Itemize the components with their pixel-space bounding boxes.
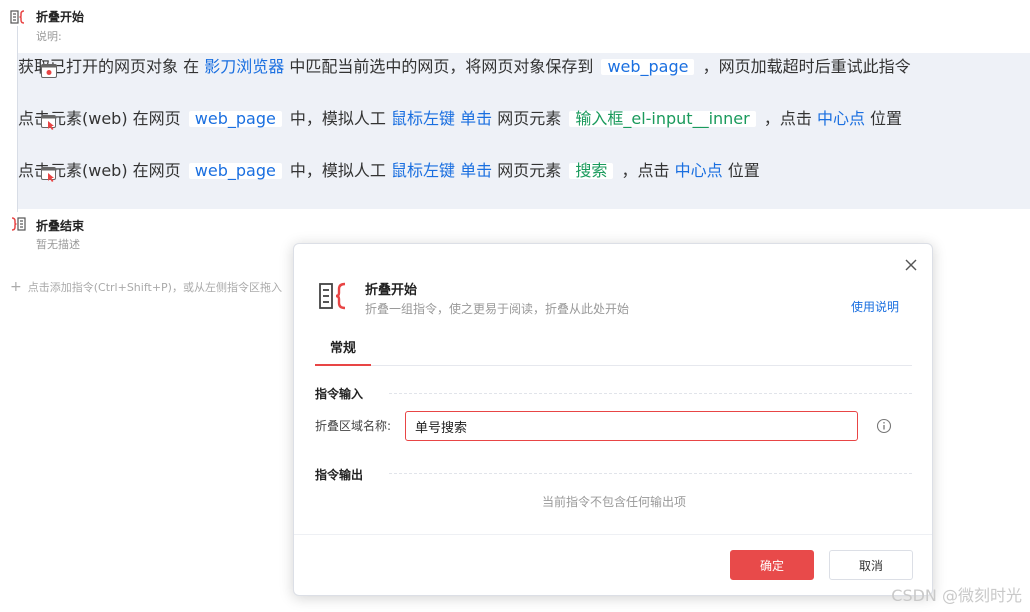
desc-text: ，网页加载超时后重试此指令 [702,57,911,76]
fold-start-row[interactable]: 折叠开始 说明: [0,0,1030,52]
desc-text: 位置 [727,161,760,180]
step-desc: 在 影刀浏览器 中匹配当前选中的网页，将网页对象保存到 web_page ，网页… [183,57,910,76]
flow-step[interactable]: 点击元素(web) 在网页 web_page 中，模拟人工 鼠标左键 单击 网页… [18,157,1030,209]
desc-text: 位置 [870,109,903,128]
dialog-title: 折叠开始 [365,283,418,298]
desc-text: 在网页 [132,109,181,128]
input-section-title: 指令输入 [315,387,364,401]
desc-text: ，点击 [763,109,812,128]
add-hint-text: 点击添加指令(Ctrl+Shift+P)，或从左侧指令区拖入 [27,281,282,294]
variable-chip[interactable]: web_page [601,59,695,75]
cancel-button[interactable]: 取消 [829,550,913,580]
desc-text: 在网页 [132,161,181,180]
variable-chip[interactable]: web_page [188,111,282,127]
empty-output-message: 当前指令不包含任何输出项 [541,495,686,509]
close-icon[interactable] [902,256,920,274]
web-page-icon [41,63,57,82]
step-title: 点击元素(web) [18,109,128,128]
click-type-link[interactable]: 单击 [460,161,492,180]
step-title: 点击元素(web) [18,161,128,180]
output-section-title: 指令输出 [315,468,364,482]
fold-start-dialog: 折叠开始 折叠一组指令，使之更易于阅读，折叠从此处开始 使用说明 常规 指令输入… [293,243,933,596]
fold-end-desc: 暂无描述 [36,238,80,251]
desc-text: 网页元素 [497,161,562,180]
flow-editor: 折叠开始 说明: 获取已打开的网页对象 在 影刀浏览器 中匹配当前选中的网页，将… [0,0,1030,612]
flow-step[interactable]: 点击元素(web) 在网页 web_page 中，模拟人工 鼠标左键 单击 网页… [18,105,1030,157]
fold-start-icon [318,282,348,314]
browser-link[interactable]: 影刀浏览器 [204,57,284,76]
fold-end-icon [10,216,26,236]
click-point-link[interactable]: 中心点 [817,109,865,128]
click-element-icon [41,115,57,134]
element-chip[interactable]: 搜索 [569,163,614,179]
desc-text: 中匹配当前选中的网页，将网页对象保存到 [289,57,594,76]
step-desc: 在网页 web_page 中，模拟人工 鼠标左键 单击 网页元素 搜索 ，点击 … [133,161,760,180]
click-element-icon [41,167,57,186]
dialog-tabs: 常规 [315,336,912,366]
info-icon[interactable] [876,418,892,434]
footer-divider [294,534,932,535]
mouse-key-link[interactable]: 鼠标左键 [391,161,455,180]
fold-end-title: 折叠结束 [36,219,85,233]
desc-text: 网页元素 [497,109,562,128]
usage-help-link[interactable]: 使用说明 [851,298,899,315]
folded-block: 获取已打开的网页对象 在 影刀浏览器 中匹配当前选中的网页，将网页对象保存到 w… [18,53,1030,209]
element-chip[interactable]: 输入框_el-input__inner [569,111,756,127]
confirm-button[interactable]: 确定 [730,550,814,580]
add-command-hint[interactable]: + 点击添加指令(Ctrl+Shift+P)，或从左侧指令区拖入 [10,279,295,295]
variable-chip[interactable]: web_page [188,163,282,179]
fold-name-input[interactable] [405,411,858,441]
dialog-subtitle: 折叠一组指令，使之更易于阅读，折叠从此处开始 [365,302,630,316]
fold-name-label: 折叠区域名称: [315,419,392,433]
tab-general[interactable]: 常规 [315,336,371,366]
section-divider [389,473,912,474]
click-point-link[interactable]: 中心点 [675,161,723,180]
click-type-link[interactable]: 单击 [460,109,492,128]
fold-start-title: 折叠开始 [36,10,85,24]
desc-text: ，点击 [621,161,670,180]
fold-start-desc: 说明: [36,30,62,43]
section-divider [389,393,912,394]
flow-step[interactable]: 获取已打开的网页对象 在 影刀浏览器 中匹配当前选中的网页，将网页对象保存到 w… [18,53,1030,105]
desc-text: 中，模拟人工 [289,109,386,128]
desc-text: 中，模拟人工 [289,161,386,180]
watermark: CSDN @微刻时光 [891,586,1022,605]
desc-text: 在 [183,57,200,76]
mouse-key-link[interactable]: 鼠标左键 [391,109,455,128]
plus-icon: + [10,279,22,295]
step-desc: 在网页 web_page 中，模拟人工 鼠标左键 单击 网页元素 输入框_el-… [133,109,902,128]
fold-start-icon [10,9,26,29]
